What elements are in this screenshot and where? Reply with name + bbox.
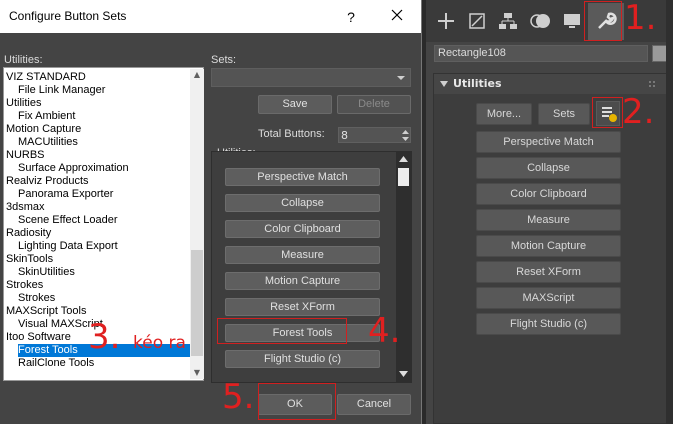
utility-button[interactable]: Collapse	[476, 157, 621, 179]
list-item[interactable]: RailClone Tools	[18, 357, 94, 370]
more-button[interactable]: More...	[476, 103, 532, 125]
list-scroll-thumb[interactable]	[191, 250, 203, 356]
list-item[interactable]: 3dsmax	[6, 201, 45, 214]
display-tab-icon[interactable]	[561, 10, 583, 32]
list-item[interactable]: SkinTools	[6, 253, 53, 266]
utility-slot-button[interactable]: Reset XForm	[225, 298, 380, 316]
utility-button[interactable]: Color Clipboard	[476, 183, 621, 205]
scroll-up-icon[interactable]: ▲	[190, 69, 204, 81]
delete-button[interactable]: Delete	[337, 95, 411, 114]
close-icon	[391, 9, 403, 21]
spinner-arrows-icon[interactable]	[402, 130, 409, 141]
close-button[interactable]	[384, 4, 410, 28]
list-item[interactable]: Radiosity	[6, 227, 51, 240]
save-button[interactable]: Save	[258, 95, 332, 114]
list-item[interactable]: NURBS	[6, 149, 45, 162]
utility-button[interactable]: Reset XForm	[476, 261, 621, 283]
sets-dropdown[interactable]	[211, 68, 411, 87]
annotation-step-1: 1.	[624, 0, 657, 38]
scroll-down-icon[interactable]	[399, 371, 408, 377]
list-item[interactable]: SkinUtilities	[18, 266, 75, 279]
highlight-box-ok	[258, 383, 336, 420]
utility-slot-button[interactable]: Measure	[225, 246, 380, 264]
utility-button[interactable]: Flight Studio (c)	[476, 313, 621, 335]
dialog-title: Configure Button Sets	[9, 9, 127, 23]
list-item[interactable]: MACUtilities	[18, 136, 78, 149]
modify-tab-icon[interactable]	[466, 10, 488, 32]
utility-button[interactable]: Perspective Match	[476, 131, 621, 153]
list-item[interactable]: Realviz Products	[6, 175, 89, 188]
utility-slot-button[interactable]: Motion Capture	[225, 272, 380, 290]
annotation-step-5: 5.	[222, 377, 255, 417]
utility-slot-button[interactable]: Flight Studio (c)	[225, 350, 380, 368]
total-buttons-spinner[interactable]: 8	[338, 127, 411, 143]
utility-button[interactable]: MAXScript	[476, 287, 621, 309]
list-item[interactable]: Itoo Software	[6, 331, 71, 344]
annotation-step-3: 3.	[88, 317, 121, 357]
highlight-box-utilities-tab	[584, 1, 622, 41]
object-name-field[interactable]: Rectangle108	[434, 45, 648, 62]
scroll-up-icon[interactable]	[399, 156, 408, 162]
list-item[interactable]: File Link Manager	[18, 84, 105, 97]
total-buttons-label: Total Buttons:	[258, 128, 325, 140]
list-item[interactable]: Motion Capture	[6, 123, 81, 136]
cancel-button[interactable]: Cancel	[337, 394, 411, 415]
list-item[interactable]: Utilities	[6, 97, 41, 110]
annotation-step-2: 2.	[622, 92, 655, 132]
list-item[interactable]: VIZ STANDARD	[6, 71, 86, 84]
sets-button[interactable]: Sets	[538, 103, 590, 125]
list-item[interactable]: Strokes	[18, 292, 55, 305]
motion-tab-icon[interactable]	[529, 10, 551, 32]
panel-scrollbar[interactable]	[666, 0, 673, 424]
sets-label: Sets:	[211, 54, 237, 66]
rollout-title: Utilities	[453, 77, 502, 90]
total-buttons-value[interactable]: 8	[341, 129, 348, 142]
rollout-grip-icon	[649, 81, 655, 87]
utility-button[interactable]: Motion Capture	[476, 235, 621, 257]
annotation-step-4: 4.	[368, 311, 401, 351]
utilities-list-label: Utilities:	[4, 54, 43, 66]
utility-button[interactable]: Measure	[476, 209, 621, 231]
annotation-step-3-text: kéo ra	[133, 333, 186, 353]
list-item[interactable]: Lighting Data Export	[18, 240, 118, 253]
list-item[interactable]: Strokes	[6, 279, 43, 292]
list-item[interactable]: Surface Approximation	[18, 162, 129, 175]
hierarchy-tab-icon[interactable]	[497, 10, 519, 32]
collapse-arrow-icon[interactable]	[440, 81, 448, 87]
utility-slot-button[interactable]: Color Clipboard	[225, 220, 380, 238]
scroll-down-icon[interactable]: ▼	[190, 367, 204, 379]
list-item[interactable]: Panorama Exporter	[18, 188, 113, 201]
highlight-box-forest-tools	[217, 318, 347, 344]
create-tab-icon[interactable]	[435, 10, 457, 32]
help-button[interactable]: ?	[340, 6, 362, 28]
utility-slot-button[interactable]: Perspective Match	[225, 168, 380, 186]
list-item[interactable]: MAXScript Tools	[6, 305, 87, 318]
list-item[interactable]: Scene Effect Loader	[18, 214, 117, 227]
rollout-header[interactable]: Utilities	[434, 74, 669, 94]
utility-slot-button[interactable]: Collapse	[225, 194, 380, 212]
highlight-box-config-button	[592, 97, 623, 128]
list-item[interactable]: Fix Ambient	[18, 110, 75, 123]
chevron-down-icon	[397, 76, 405, 80]
utility-scroll-thumb[interactable]	[398, 168, 409, 186]
